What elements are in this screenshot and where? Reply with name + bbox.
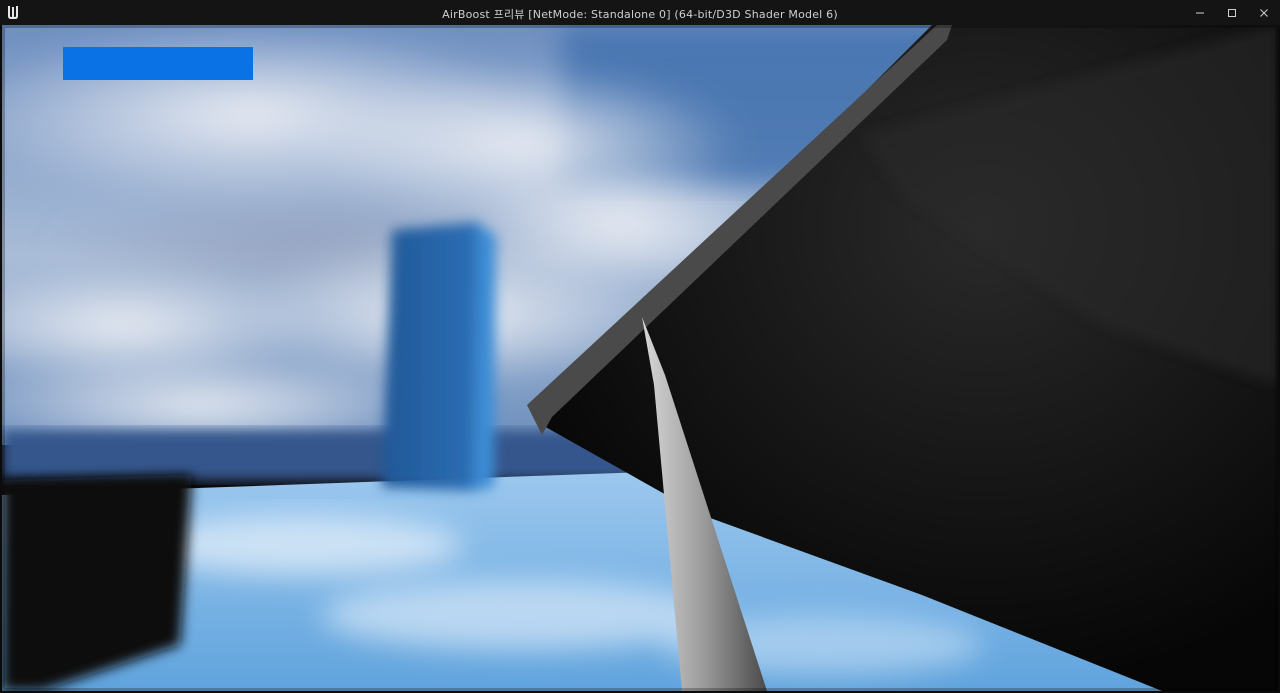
window-title: AirBoost 프리뷰 [NetMode: Standalone 0] (64… <box>442 8 838 21</box>
game-scene <box>2 25 1278 691</box>
game-window: AirBoost 프리뷰 [NetMode: Standalone 0] (64… <box>0 0 1280 693</box>
tower <box>382 222 497 491</box>
title-bar[interactable]: AirBoost 프리뷰 [NetMode: Standalone 0] (64… <box>0 0 1280 25</box>
maximize-icon <box>1228 8 1236 17</box>
window-controls <box>1184 0 1280 25</box>
minimize-button[interactable] <box>1184 0 1216 25</box>
boost-meter-bar <box>63 47 253 80</box>
maximize-button[interactable] <box>1216 0 1248 25</box>
minimize-icon <box>1196 12 1204 13</box>
game-viewport[interactable] <box>2 25 1278 691</box>
close-icon <box>1260 8 1268 17</box>
close-button[interactable] <box>1248 0 1280 25</box>
